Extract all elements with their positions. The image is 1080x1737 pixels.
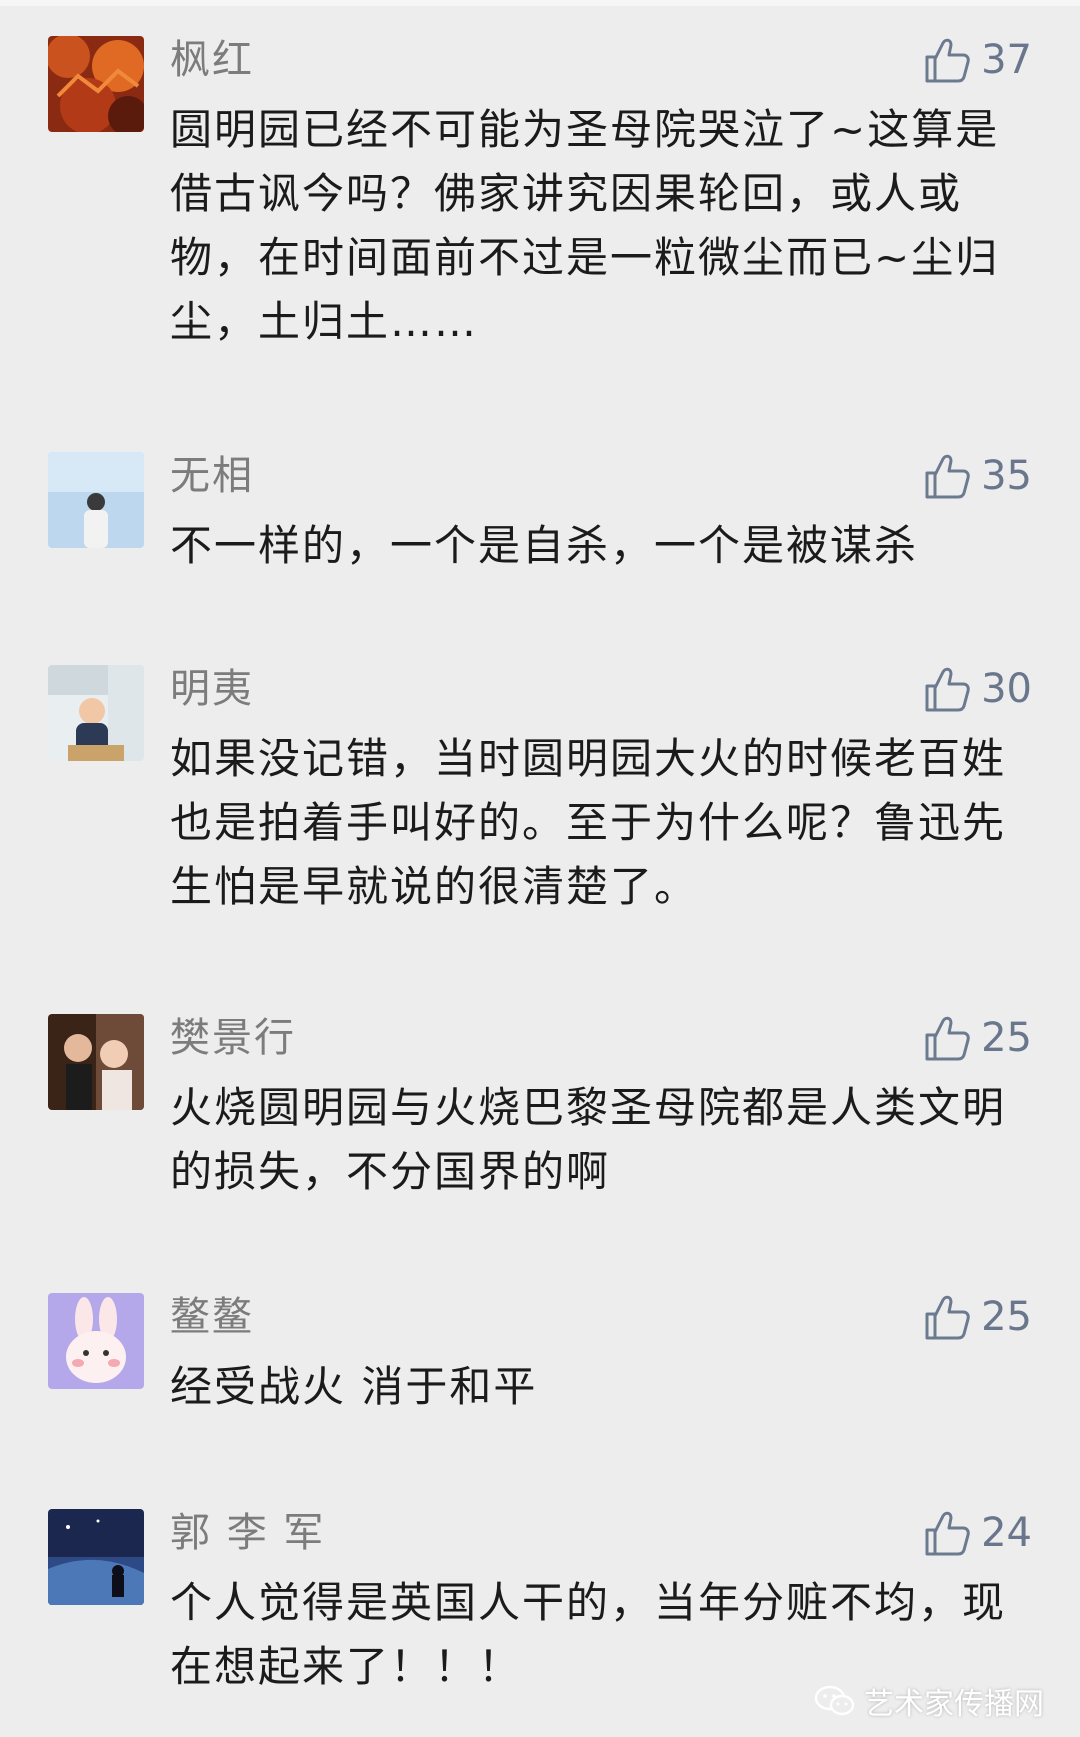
thumbs-up-icon: [921, 1013, 971, 1063]
avatar-bunny-image: [48, 1293, 144, 1389]
avatar[interactable]: [48, 665, 144, 761]
thumbs-up-icon: [921, 451, 971, 501]
like-button[interactable]: 25: [921, 1008, 1032, 1068]
avatar[interactable]: [48, 1014, 144, 1110]
comment-text: 不一样的，一个是自杀，一个是被谋杀: [170, 521, 919, 570]
comments-screen: 枫红 37 圆明园已经不可能为圣母院哭泣了~这算是借古讽今吗？佛家讲究因果轮回，…: [0, 0, 1080, 1737]
like-count: 24: [981, 1510, 1032, 1556]
top-divider: [0, 0, 1080, 6]
thumbs-up-icon: [921, 1292, 971, 1342]
like-button[interactable]: 37: [921, 30, 1032, 90]
avatar[interactable]: [48, 1509, 144, 1605]
like-count: 37: [981, 37, 1032, 83]
wechat-icon: [814, 1683, 856, 1719]
like-button[interactable]: 35: [921, 446, 1032, 506]
like-count: 25: [981, 1294, 1032, 1340]
thumbs-up-icon: [921, 664, 971, 714]
comment-text: 火烧圆明园与火烧巴黎圣母院都是人类文明的损失，不分国界的啊: [170, 1083, 1007, 1196]
commenter-name: 郭 李 军: [170, 1510, 326, 1556]
like-button[interactable]: 25: [921, 1287, 1032, 1347]
avatar[interactable]: [48, 36, 144, 132]
avatar-night-sky-image: [48, 1509, 144, 1605]
avatar-drama-still-image: [48, 1014, 144, 1110]
commenter-name: 明夷: [170, 666, 254, 712]
thumbs-up-icon: [921, 35, 971, 85]
comment-text: 圆明园已经不可能为圣母院哭泣了~这算是借古讽今吗？佛家讲究因果轮回，或人或物，在…: [170, 105, 1000, 346]
comment-text: 经受战火 消于和平: [170, 1362, 538, 1411]
avatar-child-photo-image: [48, 665, 144, 761]
like-count: 35: [981, 453, 1032, 499]
watermark-text: 艺术家传播网: [864, 1687, 1044, 1722]
like-count: 25: [981, 1015, 1032, 1061]
commenter-name: 樊景行: [170, 1015, 296, 1061]
like-button[interactable]: 24: [921, 1503, 1032, 1563]
avatar-red-leaves-image: [48, 36, 144, 132]
avatar[interactable]: [48, 1293, 144, 1389]
like-button[interactable]: 30: [921, 659, 1032, 719]
thumbs-up-icon: [921, 1508, 971, 1558]
like-count: 30: [981, 666, 1032, 712]
avatar[interactable]: [48, 452, 144, 548]
watermark: 艺术家传播网: [814, 1679, 1044, 1723]
commenter-name: 无相: [170, 453, 254, 499]
commenter-name: 鳌鳌: [170, 1294, 254, 1340]
commenter-name: 枫红: [170, 37, 254, 83]
comment-text: 如果没记错，当时圆明园大火的时候老百姓也是拍着手叫好的。至于为什么呢？鲁迅先生怕…: [170, 734, 1007, 911]
avatar-sky-person-image: [48, 452, 144, 548]
